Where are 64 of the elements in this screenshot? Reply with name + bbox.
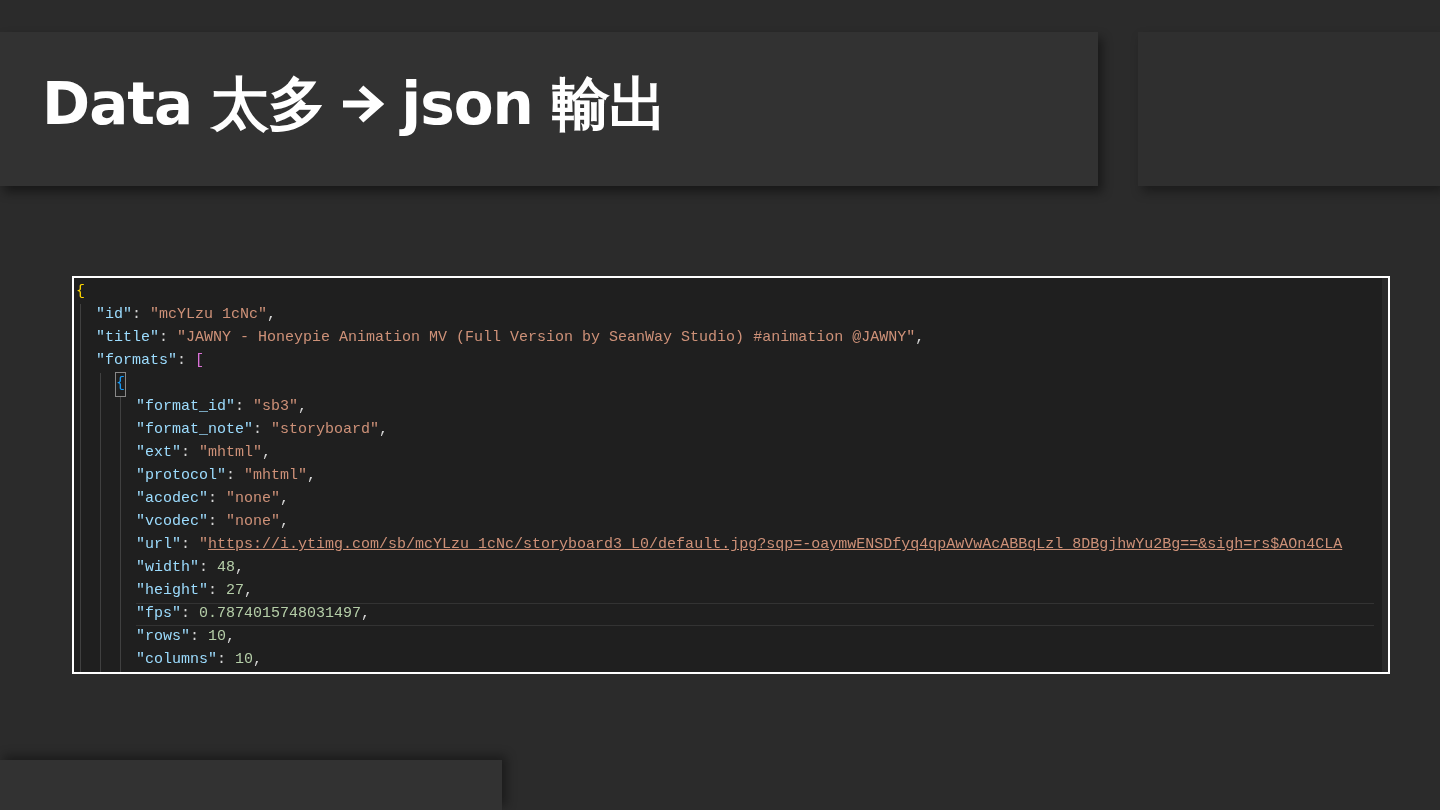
json-string: "mcYLzu 1cNc" <box>150 305 268 326</box>
json-string: "none" <box>226 489 281 510</box>
json-punctuation: : <box>208 512 219 533</box>
slide-title: json 輸出 <box>401 68 667 140</box>
json-punctuation: , <box>307 466 317 487</box>
json-string: "mhtml" <box>244 466 308 487</box>
json-key: "formats" <box>96 350 177 373</box>
json-punctuation: , <box>267 305 277 326</box>
json-key: "format_id" <box>136 396 236 419</box>
json-string: " <box>199 535 209 556</box>
json-punctuation: , <box>915 328 925 349</box>
json-punctuation: : <box>132 305 143 326</box>
json-punctuation: , <box>244 581 254 602</box>
json-number: 0.7874015748031497 <box>199 604 362 625</box>
json-key: "protocol" <box>136 465 226 488</box>
json-punctuation: , <box>379 420 389 441</box>
json-punctuation: , <box>262 443 272 464</box>
json-key: "rows" <box>136 626 190 649</box>
json-key: "url" <box>136 534 181 557</box>
json-punctuation: : <box>181 604 192 625</box>
json-punctuation: : <box>235 397 246 418</box>
json-string: "none" <box>226 512 281 533</box>
json-punctuation: : <box>159 328 170 349</box>
json-key: "columns" <box>136 649 217 672</box>
json-punctuation: , <box>226 627 236 648</box>
json-punctuation: : <box>190 627 201 648</box>
json-punctuation: , <box>298 397 308 418</box>
json-punctuation: , <box>361 604 371 625</box>
json-punctuation: : <box>181 443 192 464</box>
json-key: "height" <box>136 580 208 603</box>
json-number: 10 <box>208 627 227 648</box>
json-key: "vcodec" <box>136 511 208 534</box>
slide-title: Data 太多 <box>42 68 326 140</box>
json-key: "ext" <box>136 442 181 465</box>
bracket: [ <box>195 351 205 372</box>
json-punctuation: : <box>208 581 219 602</box>
json-punctuation: , <box>235 558 245 579</box>
json-key: "title" <box>96 327 159 350</box>
brace: { <box>76 282 85 303</box>
json-key: "width" <box>136 557 199 580</box>
json-number: 27 <box>226 581 245 602</box>
json-punctuation: , <box>253 650 263 671</box>
json-key: "acodec" <box>136 488 208 511</box>
json-punctuation: : <box>253 420 264 441</box>
json-punctuation: , <box>280 512 290 533</box>
url-link[interactable]: https://i.ytimg.com/sb/mcYLzu_1cNc/storyboard3_L0/default.jpg?sqp=-oaymwENSDfyq4qpAwVwAcABBqLzl_8DBgjhwYu2Bg==&sigh=rs$AOn4CLA <box>208 534 1343 557</box>
json-key: "id" <box>96 304 132 327</box>
json-punctuation: : <box>199 558 210 579</box>
json-string: "JAWNY - Honeypie Animation MV (Full Version by SeanWay Studio) #animation @JAWNY" <box>177 328 916 349</box>
json-punctuation: : <box>181 535 192 556</box>
json-punctuation: , <box>280 489 290 510</box>
json-punctuation: : <box>217 650 228 671</box>
json-key: "fps" <box>136 603 181 626</box>
json-string: "mhtml" <box>199 443 263 464</box>
json-key: "format_note" <box>136 419 254 442</box>
json-string: "storyboard" <box>271 420 380 441</box>
json-punctuation: : <box>226 466 237 487</box>
brace: { <box>116 373 125 396</box>
json-punctuation: : <box>208 489 219 510</box>
arrow-right-icon <box>341 84 386 124</box>
json-number: 10 <box>235 650 254 671</box>
json-punctuation: : <box>177 351 188 372</box>
json-number: 48 <box>217 558 236 579</box>
json-string: "sb3" <box>253 397 299 418</box>
